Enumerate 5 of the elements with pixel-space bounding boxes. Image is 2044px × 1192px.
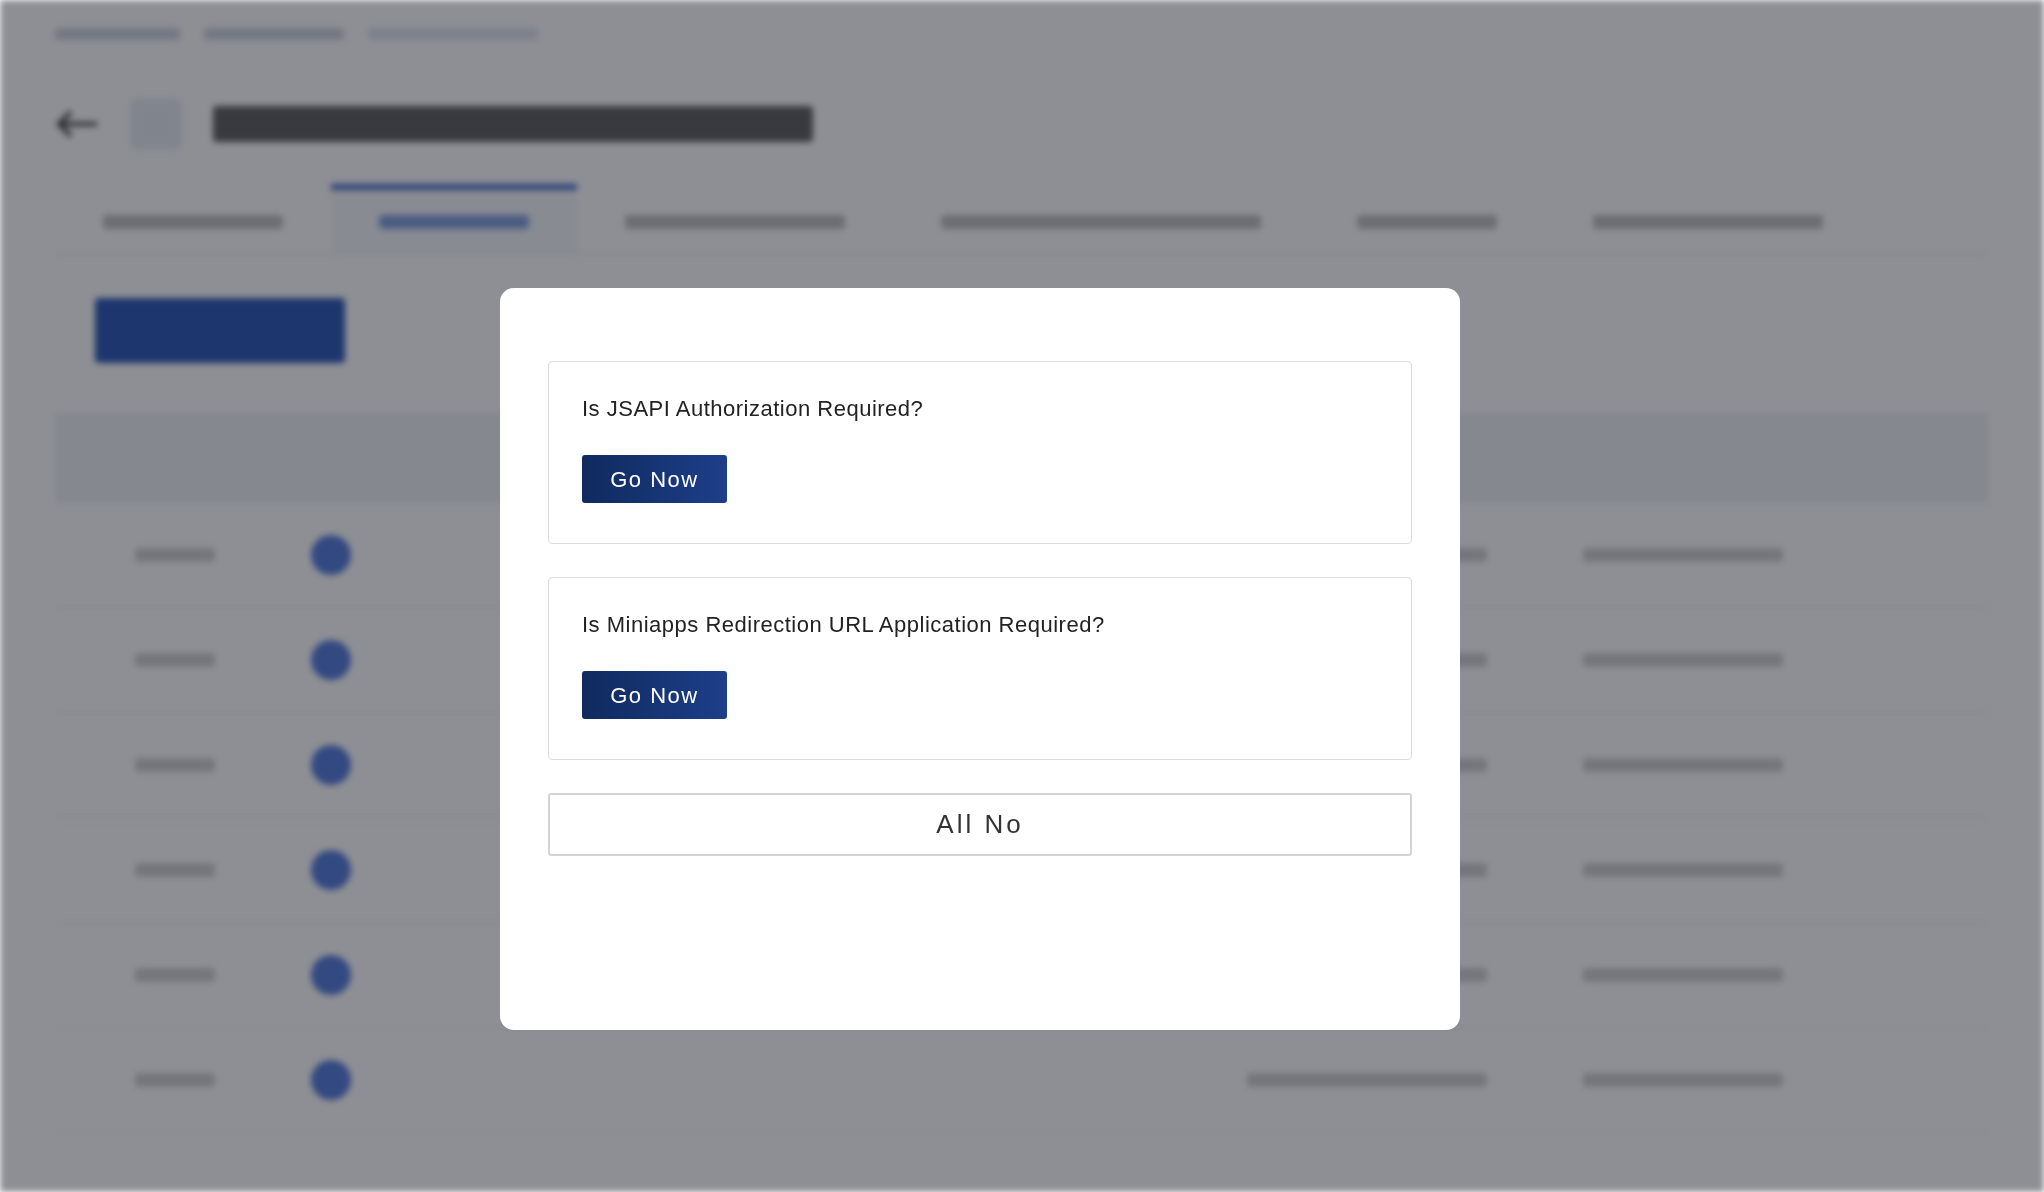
question-text: Is Miniapps Redirection URL Application Required? bbox=[582, 611, 1105, 639]
question-text: Is JSAPI Authorization Required? bbox=[582, 395, 924, 423]
go-now-button[interactable]: Go Now bbox=[582, 671, 727, 719]
go-now-button[interactable]: Go Now bbox=[582, 455, 727, 503]
all-no-button[interactable]: All No bbox=[548, 793, 1412, 856]
